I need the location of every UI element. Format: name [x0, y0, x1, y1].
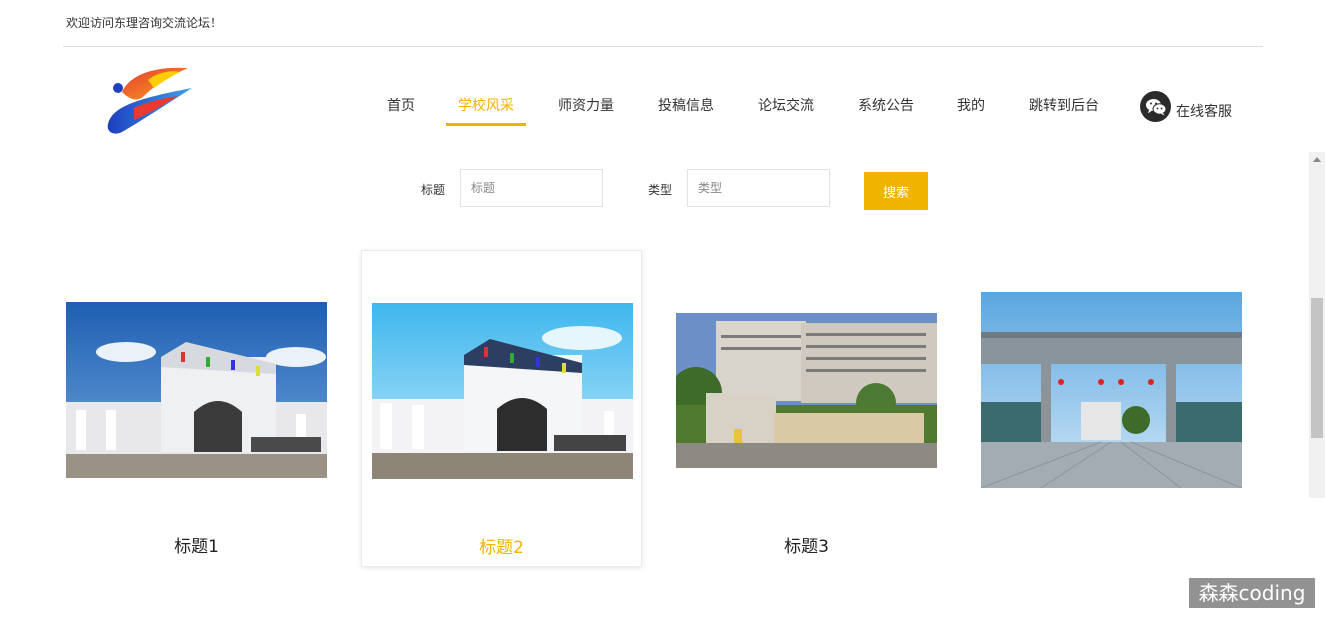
card-title: 标题2	[479, 538, 524, 558]
nav-item-label: 系统公告	[858, 98, 914, 114]
search-button[interactable]: 搜索	[864, 172, 928, 210]
type-search-input[interactable]	[687, 169, 830, 207]
gallery-card[interactable]: 标题2	[361, 250, 642, 567]
nav-item-announcements[interactable]: 系统公告	[856, 92, 916, 126]
nav-item-faculty[interactable]: 师资力量	[556, 92, 616, 126]
nav-item-admin[interactable]: 跳转到后台	[1026, 92, 1102, 126]
welcome-text: 欢迎访问东理咨询交流论坛！	[66, 16, 223, 30]
scrollbar-thumb[interactable]	[1311, 298, 1323, 438]
nav-item-forum[interactable]: 论坛交流	[756, 92, 816, 126]
nav-item-submissions[interactable]: 投稿信息	[656, 92, 716, 126]
type-search-label: 类型	[648, 183, 673, 197]
nav-item-label: 跳转到后台	[1029, 98, 1099, 114]
gallery-card[interactable]: 标题3	[666, 250, 947, 567]
title-search-input[interactable]	[460, 169, 603, 207]
active-tab-underline	[446, 123, 526, 126]
nav-item-label: 师资力量	[558, 98, 614, 114]
campus-sign-photo	[676, 313, 937, 468]
watermark: 森森coding	[1189, 578, 1315, 608]
title-search-label: 标题	[421, 183, 446, 197]
nav-item-label: 我的	[957, 98, 985, 114]
page-scrollbar[interactable]	[1309, 152, 1325, 498]
card-title: 标题3	[784, 537, 829, 557]
online-service[interactable]: 在线客服	[1140, 91, 1232, 122]
nav-item-label: 论坛交流	[758, 98, 814, 114]
header-divider	[63, 46, 1263, 47]
nav-item-label: 首页	[387, 98, 415, 114]
service-label: 在线客服	[1176, 104, 1232, 120]
university-gate-plaza-photo	[981, 292, 1242, 488]
gallery-card[interactable]	[971, 250, 1252, 567]
university-gate-photo	[66, 302, 327, 478]
nav-item-mine[interactable]: 我的	[956, 92, 986, 126]
card-title: 标题1	[174, 537, 219, 557]
wechat-icon	[1140, 91, 1171, 122]
nav-item-home[interactable]: 首页	[386, 92, 416, 126]
scroll-up-arrow-icon[interactable]	[1313, 157, 1321, 162]
university-gate-photo	[372, 303, 633, 479]
site-logo[interactable]	[100, 62, 200, 138]
nav-item-school-style[interactable]: 学校风采	[446, 92, 526, 126]
gallery-card[interactable]: 标题1	[56, 250, 337, 567]
nav-item-label: 学校风采	[458, 98, 514, 114]
nav-item-label: 投稿信息	[658, 98, 714, 114]
